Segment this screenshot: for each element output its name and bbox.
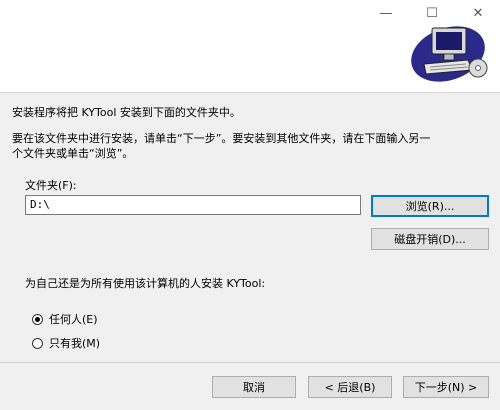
minimize-button[interactable]: — [364,0,408,26]
computer-setup-icon [411,26,488,82]
disk-cost-button[interactable]: 磁盘开销(D)... [371,228,489,250]
cancel-button[interactable]: 取消 [212,376,296,398]
radio-everyone[interactable]: 任何人(E) [32,311,98,327]
back-button[interactable]: < 后退(B) [308,376,392,398]
header-banner: — ☐ ✕ [0,0,500,93]
intro-line-2: 要在该文件夹中进行安装，请单击“下一步”。要安装到其他文件夹，请在下面输入另一 [12,132,431,145]
next-button[interactable]: 下一步(N) > [403,376,489,398]
intro-line-1: 安装程序将把 KYTool 安装到下面的文件夹中。 [12,106,241,119]
install-for-prompt: 为自己还是为所有使用该计算机的人安装 KYTool: [25,277,266,290]
radio-only-me-indicator[interactable] [32,337,43,349]
folder-label: 文件夹(F): [25,179,77,192]
browse-button[interactable]: 浏览(R)... [371,195,489,217]
folder-path-input[interactable]: D:\ [25,195,361,215]
radio-everyone-label: 任何人(E) [49,313,98,326]
footer-divider [0,362,500,363]
intro-line-3: 个文件夹或单击“浏览”。 [12,147,134,160]
radio-everyone-indicator[interactable] [32,313,43,325]
radio-only-me-label: 只有我(M) [49,337,101,350]
radio-only-me[interactable]: 只有我(M) [32,335,100,351]
